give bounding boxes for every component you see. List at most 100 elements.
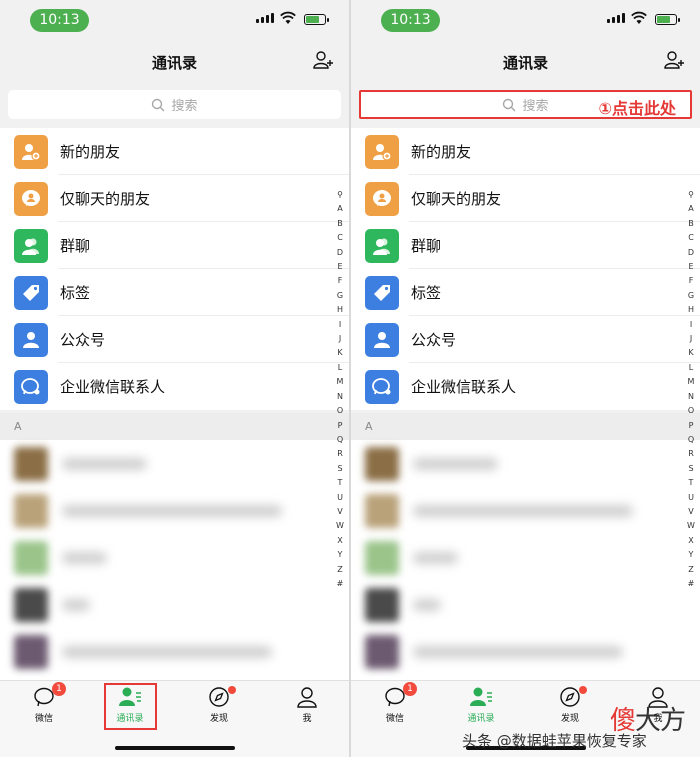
status-time: 10:13 — [381, 9, 440, 32]
index-letter[interactable]: A — [337, 202, 342, 216]
alphabet-index[interactable]: ⚲ A B C D E F G H I J K L M N O P Q R S … — [686, 188, 696, 591]
list-item[interactable] — [351, 581, 700, 628]
index-letter[interactable]: M — [688, 375, 695, 389]
index-letter[interactable]: X — [337, 534, 342, 548]
menu-item-group-chats[interactable]: 群聊 — [0, 222, 349, 269]
index-letter[interactable]: Q — [688, 433, 694, 447]
index-letter[interactable]: K — [337, 346, 342, 360]
index-letter[interactable]: T — [689, 476, 694, 490]
index-letter[interactable]: F — [338, 274, 343, 288]
home-indicator[interactable] — [114, 746, 235, 750]
list-item[interactable] — [351, 534, 700, 581]
index-letter[interactable]: W — [687, 519, 695, 533]
index-letter[interactable]: U — [337, 491, 343, 505]
list-item[interactable] — [0, 581, 349, 628]
menu-item-official-accounts[interactable]: 公众号 — [351, 316, 700, 363]
list-item[interactable] — [351, 487, 700, 534]
list-item[interactable] — [0, 440, 349, 487]
tab-label: 通讯录 — [467, 714, 495, 724]
list-item[interactable] — [0, 628, 349, 675]
index-letter[interactable]: O — [337, 404, 343, 418]
index-letter[interactable]: # — [337, 577, 344, 591]
index-letter[interactable]: J — [690, 332, 692, 346]
index-letter[interactable]: X — [688, 534, 693, 548]
index-letter[interactable]: B — [688, 217, 694, 231]
index-letter[interactable]: S — [688, 462, 693, 476]
index-letter[interactable]: L — [338, 361, 342, 375]
menu-item-chat-only-friends[interactable]: 仅聊天的朋友 — [351, 175, 700, 222]
index-letter[interactable]: J — [339, 332, 341, 346]
search-bar[interactable]: 搜索 — [8, 90, 341, 119]
index-letter[interactable]: # — [688, 577, 695, 591]
index-letter[interactable]: G — [688, 289, 694, 303]
official-account-icon — [365, 322, 399, 357]
index-letter[interactable]: O — [688, 404, 694, 418]
menu-item-tags[interactable]: 标签 — [0, 269, 349, 316]
add-friend-icon[interactable] — [313, 50, 335, 70]
index-letter[interactable]: Q — [337, 433, 343, 447]
index-letter[interactable]: H — [688, 303, 694, 317]
index-letter[interactable]: C — [337, 231, 343, 245]
list-item[interactable] — [351, 628, 700, 675]
index-letter[interactable]: D — [688, 246, 694, 260]
index-letter[interactable]: N — [337, 390, 343, 404]
index-letter[interactable]: V — [688, 505, 693, 519]
index-letter[interactable]: R — [337, 447, 343, 461]
tab-contacts[interactable]: 通讯录 — [451, 686, 511, 724]
index-letter[interactable]: I — [690, 318, 692, 332]
index-letter[interactable]: M — [337, 375, 344, 389]
tab-label: 发现 — [560, 714, 579, 724]
index-letter[interactable]: P — [338, 419, 343, 433]
index-letter[interactable]: Y — [689, 548, 694, 562]
list-item[interactable] — [0, 487, 349, 534]
index-letter[interactable]: Z — [688, 563, 693, 577]
index-letter[interactable]: W — [336, 519, 344, 533]
menu-item-new-friends[interactable]: 新的朋友 — [351, 128, 700, 175]
menu-item-group-chats[interactable]: 群聊 — [351, 222, 700, 269]
tag-icon — [365, 275, 399, 310]
menu-item-label: 企业微信联系人 — [60, 378, 166, 396]
index-letter[interactable]: K — [688, 346, 693, 360]
index-letter[interactable]: Y — [338, 548, 343, 562]
list-item[interactable] — [0, 534, 349, 581]
menu-item-new-friends[interactable]: 新的朋友 — [0, 128, 349, 175]
tab-discover[interactable]: 发现 — [189, 686, 249, 724]
index-letter[interactable]: D — [337, 246, 343, 260]
index-search-icon[interactable]: ⚲ — [337, 188, 343, 202]
index-letter[interactable]: U — [688, 491, 694, 505]
index-letter[interactable]: C — [688, 231, 694, 245]
menu-item-official-accounts[interactable]: 公众号 — [0, 316, 349, 363]
index-letter[interactable]: R — [688, 447, 694, 461]
index-letter[interactable]: H — [337, 303, 343, 317]
index-letter[interactable]: E — [688, 260, 693, 274]
menu-item-wecom-contacts[interactable]: 企业微信联系人 — [351, 363, 700, 410]
index-letter[interactable]: T — [338, 476, 343, 490]
index-letter[interactable]: N — [688, 390, 694, 404]
tab-chats[interactable]: 微信 1 — [365, 682, 425, 724]
alphabet-index[interactable]: ⚲ A B C D E F G H I J K L M N O P Q R S … — [335, 188, 345, 591]
contact-name-blurred — [62, 457, 147, 470]
index-letter[interactable]: A — [688, 202, 693, 216]
index-letter[interactable]: E — [337, 260, 342, 274]
add-friend-icon[interactable] — [664, 50, 686, 70]
menu-item-chat-only-friends[interactable]: 仅聊天的朋友 — [0, 175, 349, 222]
index-letter[interactable]: F — [689, 274, 694, 288]
index-letter[interactable]: L — [689, 361, 693, 375]
index-letter[interactable]: V — [337, 505, 342, 519]
tab-me[interactable]: 我 — [277, 686, 337, 724]
battery-icon — [655, 14, 680, 25]
tab-discover[interactable]: 发现 — [540, 686, 600, 724]
index-letter[interactable]: I — [339, 318, 341, 332]
search-bar[interactable]: 搜索 ①点击此处 — [359, 90, 692, 119]
menu-item-tags[interactable]: 标签 — [351, 269, 700, 316]
index-search-icon[interactable]: ⚲ — [688, 188, 694, 202]
avatar — [365, 493, 399, 528]
index-letter[interactable]: S — [337, 462, 342, 476]
index-letter[interactable]: Z — [337, 563, 342, 577]
index-letter[interactable]: B — [337, 217, 343, 231]
list-item[interactable] — [351, 440, 700, 487]
menu-item-wecom-contacts[interactable]: 企业微信联系人 — [0, 363, 349, 410]
tab-chats[interactable]: 微信 1 — [14, 682, 74, 724]
index-letter[interactable]: P — [689, 419, 694, 433]
index-letter[interactable]: G — [337, 289, 343, 303]
